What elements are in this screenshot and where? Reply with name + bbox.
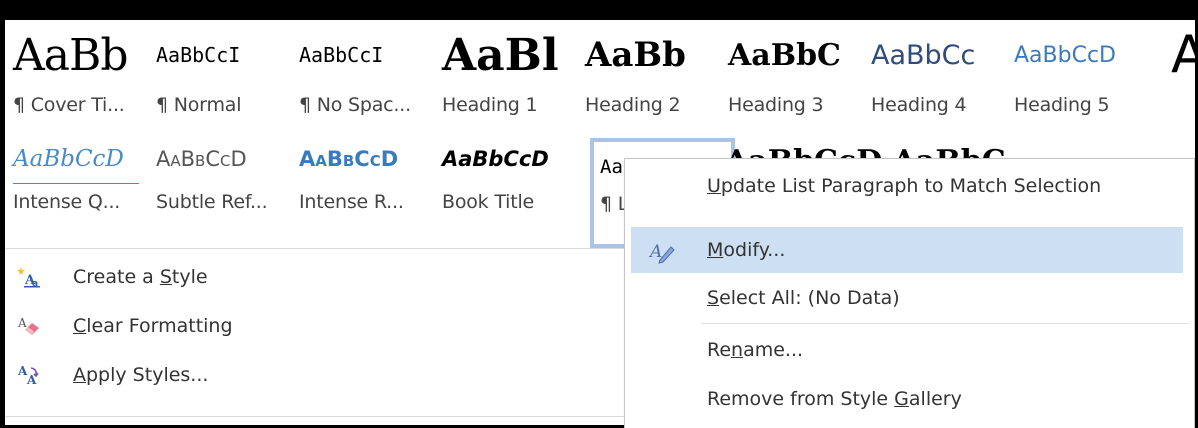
mnemonic: G	[894, 388, 909, 410]
label-part: pply Styles...	[86, 364, 209, 386]
style-name: Intense Q...	[13, 191, 121, 213]
style-preview: AaBbCc	[871, 39, 976, 71]
style-name: ¶ Normal	[156, 94, 242, 116]
style-name: Heading 5	[1014, 94, 1110, 116]
style-heading-2[interactable]: AaBb Heading 2	[577, 20, 720, 132]
style-preview: AaBb	[585, 35, 686, 75]
style-book-title[interactable]: AaBbCcD Book Title	[434, 132, 577, 222]
style-intense-reference[interactable]: AaBbCcD Intense R...	[291, 132, 434, 222]
apply-styles-label: Apply Styles...	[73, 364, 208, 386]
style-preview: AaBbCcI	[299, 43, 384, 67]
modify-style-icon: A	[648, 238, 675, 264]
style-cover-title[interactable]: AaBb ¶ Cover Ti...	[5, 20, 148, 132]
mnemonic: A	[73, 364, 86, 386]
create-style-command[interactable]: A a Create a Style	[17, 260, 208, 294]
label-part: tyle	[171, 266, 208, 288]
mnemonic: C	[73, 315, 87, 337]
preview-underline	[13, 183, 139, 184]
style-name: ¶ Cover Ti...	[13, 94, 125, 116]
style-preview: A	[1171, 25, 1195, 85]
style-heading-4[interactable]: AaBbCc Heading 4	[863, 20, 1006, 132]
style-preview: AaBbCcD	[299, 147, 399, 171]
menu-separator	[701, 323, 1189, 324]
mnemonic: M	[707, 239, 724, 261]
update-style-menu-item[interactable]: Update List Paragraph to Match Selection	[631, 163, 1183, 209]
style-name: ¶ No Spac...	[299, 94, 411, 116]
label-part: pdate List Paragraph to Match Selection	[720, 175, 1102, 197]
apply-styles-icon: A A	[17, 363, 41, 387]
style-preview: AaBb	[13, 29, 129, 81]
menu-item-label: Rename...	[707, 339, 803, 361]
label-part: ame...	[743, 339, 804, 361]
style-context-menu: Update List Paragraph to Match Selection…	[624, 158, 1195, 428]
style-preview: AaBbCcD	[156, 147, 247, 171]
style-name: Heading 4	[871, 94, 967, 116]
label-part: allery	[908, 388, 962, 410]
mnemonic: U	[707, 175, 721, 197]
select-all-menu-item[interactable]: Select All: (No Data)	[631, 275, 1183, 321]
style-preview: AaBbCcD	[1014, 42, 1116, 68]
bottom-divider	[5, 416, 625, 417]
style-name: Heading 1	[442, 94, 538, 116]
style-preview: AaBbC	[728, 37, 841, 73]
clear-formatting-command[interactable]: A Clear Formatting	[17, 309, 233, 343]
style-overflow-tile[interactable]: A	[1149, 20, 1195, 132]
create-style-icon: A a	[17, 265, 41, 289]
style-preview: AaBbCcD	[13, 146, 124, 172]
menu-item-label: Update List Paragraph to Match Selection	[707, 175, 1101, 197]
style-preview: AaBl	[442, 29, 559, 81]
svg-text:A: A	[17, 316, 27, 330]
style-no-spacing[interactable]: AaBbCcI ¶ No Spac...	[291, 20, 434, 132]
label-part: Re	[707, 339, 732, 361]
style-preview: AaBbCcD	[442, 147, 549, 171]
label-part: elect All: (No Data)	[719, 287, 900, 309]
apply-styles-command[interactable]: A A Apply Styles...	[17, 358, 208, 392]
eraser-icon: A	[17, 314, 41, 338]
create-style-label: Create a Style	[73, 266, 208, 288]
menu-item-label: Remove from Style Gallery	[707, 388, 962, 410]
remove-from-gallery-menu-item[interactable]: Remove from Style Gallery	[631, 376, 1183, 422]
mnemonic: S	[707, 287, 720, 309]
style-name: Book Title	[442, 191, 535, 213]
style-intense-quote[interactable]: AaBbCcD Intense Q...	[5, 132, 148, 222]
label-part: Create a	[73, 266, 160, 288]
style-name: Heading 2	[585, 94, 681, 116]
clear-formatting-label: Clear Formatting	[73, 315, 233, 337]
style-heading-3[interactable]: AaBbC Heading 3	[720, 20, 863, 132]
label-part: odify...	[723, 239, 786, 261]
label-part: lear Formatting	[86, 315, 233, 337]
menu-item-label: Select All: (No Data)	[707, 287, 900, 309]
mnemonic: S	[159, 266, 172, 288]
style-name: Intense R...	[299, 191, 404, 213]
rename-menu-item[interactable]: Rename...	[631, 327, 1183, 373]
style-subtle-reference[interactable]: AaBbCcD Subtle Ref...	[148, 132, 291, 222]
style-normal[interactable]: AaBbCcI ¶ Normal	[148, 20, 291, 132]
mnemonic: n	[731, 339, 744, 361]
menu-item-label: Modify...	[707, 239, 785, 261]
label-part: Remove from Style	[707, 388, 895, 410]
style-preview: AaBbCcI	[156, 43, 241, 67]
style-heading-1[interactable]: AaBl Heading 1	[434, 20, 577, 132]
style-name: Heading 3	[728, 94, 824, 116]
style-heading-5[interactable]: AaBbCcD Heading 5	[1006, 20, 1149, 132]
style-name: Subtle Ref...	[156, 191, 268, 213]
modify-menu-item[interactable]: A Modify...	[631, 227, 1183, 273]
